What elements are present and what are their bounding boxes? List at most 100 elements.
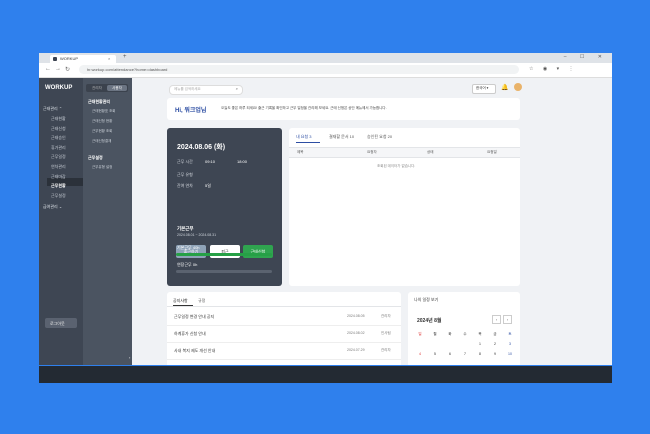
calendar-day[interactable]: 2 (488, 342, 502, 346)
logo[interactable]: WORKUP (45, 85, 72, 91)
extension-icons[interactable]: ☆ ◉ ▾ ⋮ (529, 66, 578, 72)
logout-button[interactable]: 로그아웃 (45, 318, 77, 328)
col-title: 제목 (297, 150, 304, 154)
sidebar-item[interactable]: 근태승인 (51, 135, 66, 141)
subnav-item[interactable]: 근태신청결재 (92, 139, 111, 144)
calendar-day[interactable]: 4 (413, 352, 427, 356)
tab-my-requests[interactable]: 내 요청 3 (296, 134, 312, 140)
greeting-message: 오늘도 좋은 하루 되세요! 출근 기록을 확인하고 근무 일정을 관리해 보세… (221, 106, 387, 110)
end-time: 18:00 (237, 159, 248, 164)
attendance-card: 2024.08.06 (화) 근무 시간 09:10 18:00 근무 유형 잔… (167, 128, 282, 286)
calendar-next-button[interactable]: › (503, 315, 512, 324)
calendar-day[interactable]: 3 (503, 342, 517, 346)
tab-approval-docs[interactable]: 결재할 문서 10 (329, 134, 354, 140)
stat1-progress (176, 253, 272, 256)
reload-icon[interactable]: ↻ (65, 66, 70, 73)
toggle-admin[interactable]: 관리자 (87, 85, 107, 91)
period-title: 기본근무 (177, 226, 194, 231)
calendar-card: 나의 일정 보기 2024년 8월 ‹ › 일 월 화 수 목 금 토 1 2 3 4 5 6 7 8 9 10 (408, 292, 520, 365)
main-content: 메뉴를 검색하세요 ⌕ 한국어 ▾ 🔔 Hi, 워크업님 오늘도 좋은 하루 되… (132, 78, 612, 365)
stat2-progress-track (176, 270, 272, 273)
stat1-label: 기본근무 40h (177, 245, 200, 250)
window-controls[interactable]: – ☐ ✕ (564, 54, 608, 60)
sidebar-item[interactable]: 근태현황 (51, 116, 66, 122)
sidebar-item[interactable]: 근태마감 (51, 174, 66, 180)
bell-icon[interactable]: 🔔 (501, 84, 508, 91)
calendar-day[interactable]: 8 (473, 352, 487, 356)
notice-date: 2024.08.02 (347, 331, 365, 335)
browser-window: WORKUP × + – ☐ ✕ ← → ↻ hr.workup.com/att… (39, 53, 612, 365)
calendar-weekday: 화 (448, 332, 452, 336)
calendar-prev-button[interactable]: ‹ (492, 315, 501, 324)
notice-title: 사내 복지 제도 개선 안내 (174, 348, 216, 353)
notice-writer: 인사팀 (381, 331, 391, 335)
attendance-date: 2024.08.06 (화) (177, 144, 226, 151)
subnav-item[interactable]: 근태신청 현황 (92, 119, 112, 124)
col-requester: 요청자 (367, 150, 377, 154)
tab-rules[interactable]: 규정 (198, 298, 205, 304)
tab-title: WORKUP (60, 56, 78, 61)
remaining-label: 잔여 연차 (177, 183, 193, 188)
calendar-day[interactable]: 1 (473, 342, 487, 346)
avatar[interactable] (514, 83, 522, 91)
sidebar-item[interactable]: 연차관리 (51, 164, 66, 170)
table-row[interactable]: 하계휴가 신청 안내 2024.08.02 인사팀 (167, 326, 401, 343)
url-field[interactable]: hr.workup.com/attendance?home=dashboard (79, 65, 519, 74)
empty-message: 조회된 데이터가 없습니다. (377, 164, 416, 168)
calendar-day[interactable]: 9 (488, 352, 502, 356)
sidebar-item[interactable]: 휴가관리 (51, 145, 66, 151)
subnav-item[interactable]: 근태현황표 조회 (92, 109, 116, 114)
sidebar-item[interactable]: 근태신청 (51, 126, 66, 132)
notice-date: 2024.07.29 (347, 348, 365, 352)
sidebar-group-attendance[interactable]: 근태관리 ⌃ (43, 106, 62, 112)
calendar-weekday: 일 (418, 332, 422, 336)
calendar-weekday: 금 (493, 332, 497, 336)
calendar-day[interactable]: 7 (458, 352, 472, 356)
subnav-section-title[interactable]: 근태현황관리 (88, 99, 110, 105)
search-icon[interactable]: ⌕ (236, 86, 238, 91)
sidebar-group-payroll[interactable]: 급여관리 ⌄ (43, 204, 62, 210)
work-type-label: 근무 유형 (177, 172, 193, 177)
table-row[interactable]: 근무일정 변경 안내 공지 2024.08.05 관리자 (167, 309, 401, 326)
subnav-item[interactable]: 근무유형 설정 (92, 165, 112, 170)
tab-notices[interactable]: 공지사항 (173, 298, 188, 304)
sidebar-item[interactable]: 근무설정 (51, 193, 66, 199)
stat1-value: 40h (192, 245, 200, 250)
requests-table-header: 제목 요청자 상태 요청일 (289, 147, 520, 158)
stat2-label: 연장근무 0h (177, 262, 198, 267)
notice-date: 2024.08.05 (347, 314, 365, 318)
language-select[interactable]: 한국어 ▾ (472, 84, 496, 94)
col-date: 요청일 (487, 150, 497, 154)
tab-approved-requests[interactable]: 승인된 요청 20 (367, 134, 392, 140)
url-text: hr.workup.com/attendance?home=dashboard (87, 67, 168, 72)
table-row[interactable]: 사내 복지 제도 개선 안내 2024.07.29 관리자 (167, 343, 401, 360)
attendance-request-button[interactable]: 근태신청 (243, 245, 273, 258)
calendar-title: 나의 일정 보기 (414, 297, 439, 302)
calendar-day[interactable]: 5 (428, 352, 442, 356)
remaining-value: 5일 (205, 183, 211, 188)
new-tab-button[interactable]: + (123, 54, 127, 60)
subnav-section-title[interactable]: 근무설정 (88, 155, 103, 161)
toggle-user[interactable]: 사용자 (107, 85, 127, 91)
col-status: 상태 (427, 150, 434, 154)
tab-bar: WORKUP × + – ☐ ✕ (39, 53, 612, 63)
notices-card: 공지사항 규정 근무일정 변경 안내 공지 2024.08.05 관리자 하계휴가 신… (167, 292, 401, 365)
tab-close-icon[interactable]: × (108, 56, 110, 61)
browser-tab[interactable]: WORKUP × (50, 55, 116, 63)
calendar-weekday: 월 (433, 332, 437, 336)
role-toggle[interactable]: 관리자 사용자 (86, 84, 128, 92)
back-icon[interactable]: ← (45, 66, 51, 72)
period-range: 2024.08.01 ~ 2024.08.31 (177, 233, 217, 237)
calendar-day[interactable]: 10 (503, 352, 517, 356)
sidebar-item[interactable]: 근무일정 (51, 154, 66, 160)
search-input[interactable]: 메뉴를 검색하세요 ⌕ (169, 85, 243, 95)
sidebar-item[interactable]: 근무현황 (51, 183, 66, 189)
taskbar (39, 366, 612, 383)
subnav-item[interactable]: 근무현황 조회 (92, 129, 112, 134)
calendar-day[interactable]: 6 (443, 352, 457, 356)
forward-icon[interactable]: → (55, 66, 61, 72)
check-out-button[interactable]: 퇴근 (210, 245, 240, 258)
active-tab-underline (173, 305, 193, 306)
collapse-handle-icon[interactable]: ‹ (129, 355, 130, 360)
notice-writer: 관리자 (381, 314, 391, 318)
